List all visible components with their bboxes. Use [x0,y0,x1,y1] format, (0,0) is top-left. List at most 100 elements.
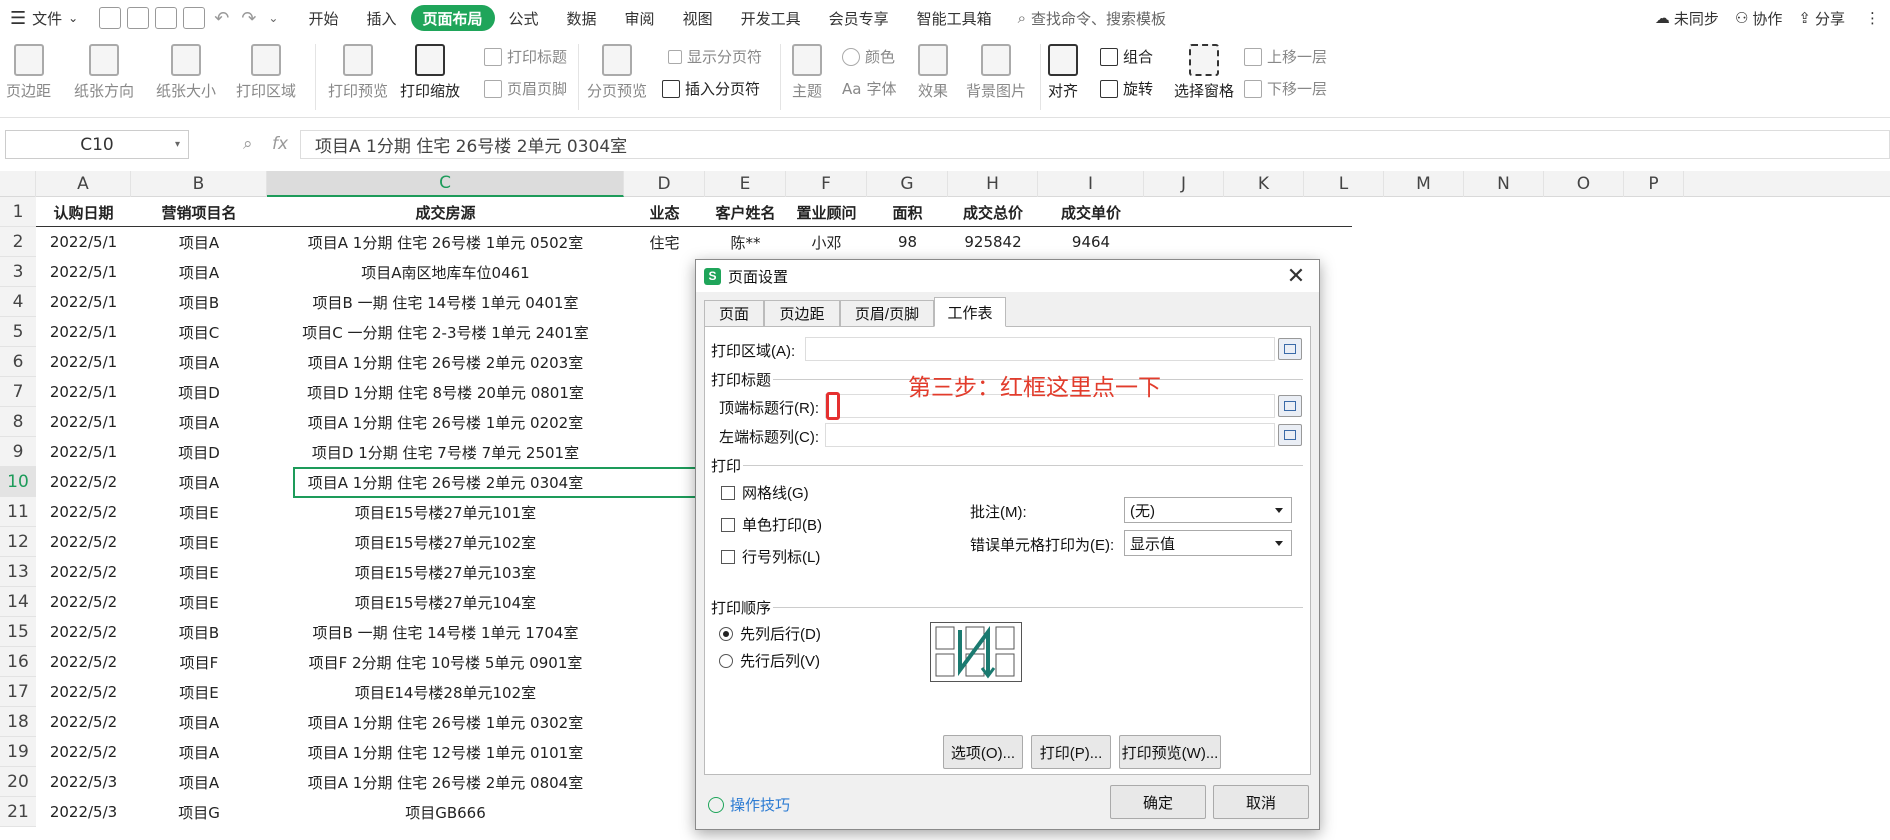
tab-review[interactable]: 审阅 [611,8,669,29]
tab-formulas[interactable]: 公式 [495,8,553,29]
table-cell[interactable]: 2022/5/3 [36,767,131,797]
close-icon[interactable]: ✕ [1283,263,1309,289]
table-cell[interactable]: 项目G [131,797,267,827]
row-header[interactable]: 12 [0,527,36,557]
tab-margins[interactable]: 页边距 [764,300,840,326]
row-header[interactable]: 4 [0,287,36,317]
options-button[interactable]: 选项(O)... [943,735,1023,769]
table-cell[interactable]: 2022/5/1 [36,407,131,437]
row-header[interactable]: 1 [0,197,36,227]
table-cell[interactable]: 项目B 一期 住宅 14号楼 1单元 0401室 [267,287,624,317]
save-icon[interactable] [99,7,122,29]
background-image-button[interactable]: 背景图片 [966,44,1026,101]
align-button[interactable]: 对齐 [1048,44,1078,101]
row-header[interactable]: 13 [0,557,36,587]
down-then-over-radio[interactable]: 先列后行(D) [719,623,821,644]
table-cell[interactable]: 小邓 [786,227,867,257]
row-header[interactable]: 2 [0,227,36,257]
share-button[interactable]: 分享 [1815,8,1845,29]
collaborate-button[interactable]: 协作 [1752,8,1782,29]
table-cell[interactable]: 项目A 1分期 住宅 26号楼 2单元 0203室 [267,347,624,377]
row-header[interactable]: 15 [0,617,36,647]
table-cell[interactable]: 项目E [131,587,267,617]
row-header[interactable]: 6 [0,347,36,377]
table-cell[interactable]: 项目A 1分期 住宅 26号楼 1单元 0302室 [267,707,624,737]
table-cell[interactable]: 2022/5/1 [36,287,131,317]
sync-status[interactable]: 未同步 [1674,8,1719,29]
column-title[interactable]: 业态 [624,197,705,227]
page-break-preview-button[interactable]: 分页预览 [587,44,647,101]
table-cell[interactable]: 项目E15号楼27单元102室 [267,527,624,557]
table-cell[interactable]: 项目F 2分期 住宅 10号楼 5单元 0901室 [267,647,624,677]
print-scale-button[interactable]: 打印缩放 [400,44,460,101]
theme-button[interactable]: 主题 [792,44,822,101]
table-cell[interactable]: 项目E [131,677,267,707]
column-title[interactable]: 置业顾问 [786,197,867,227]
table-cell[interactable]: 项目B [131,617,267,647]
header-footer-button[interactable]: 页眉页脚 [484,78,567,99]
table-cell[interactable]: 住宅 [624,227,705,257]
margins-button[interactable]: 页边距 [6,44,51,101]
tab-developer[interactable]: 开发工具 [727,8,815,29]
row-header[interactable]: 19 [0,737,36,767]
column-header-k[interactable]: K [1224,171,1304,197]
effect-button[interactable]: 效果 [918,44,948,101]
tab-sheet[interactable]: 工作表 [934,297,1006,327]
table-cell[interactable]: 项目D [131,377,267,407]
row-header[interactable]: 7 [0,377,36,407]
table-cell[interactable]: 2022/5/1 [36,437,131,467]
color-button[interactable]: 颜色 [842,46,895,67]
table-cell[interactable]: 项目B 一期 住宅 14号楼 1单元 1704室 [267,617,624,647]
tab-insert[interactable]: 插入 [352,8,410,29]
print-button[interactable]: 打印(P)... [1031,735,1111,769]
tab-home[interactable]: 开始 [294,8,352,29]
tab-page-layout[interactable]: 页面布局 [410,5,495,31]
column-header-g[interactable]: G [867,171,948,197]
more-icon[interactable]: ⋮ [1865,9,1880,27]
tab-view[interactable]: 视图 [669,8,727,29]
column-header-j[interactable]: J [1144,171,1224,197]
cell-errors-select[interactable]: 显示值 [1124,530,1292,556]
table-cell[interactable]: 项目A [131,737,267,767]
row-header[interactable]: 10 [0,467,36,497]
table-cell[interactable]: 项目A 1分期 住宅 26号楼 1单元 0202室 [267,407,624,437]
column-header-p[interactable]: P [1624,171,1684,197]
row-header[interactable]: 20 [0,767,36,797]
row-header[interactable]: 16 [0,647,36,677]
table-cell[interactable]: 项目A [131,347,267,377]
table-cell[interactable]: 9464 [1038,227,1144,257]
column-title[interactable]: 成交单价 [1038,197,1144,227]
tips-link[interactable]: 操作技巧 [708,794,790,815]
column-title[interactable]: 客户姓名 [705,197,786,227]
tab-page[interactable]: 页面 [704,300,764,326]
print-area-button[interactable]: 打印区域 [236,44,296,101]
column-header-a[interactable]: A [36,171,131,197]
fx-icon[interactable]: fx [272,134,288,154]
send-backward-button[interactable]: 下移一层 [1244,78,1327,99]
table-cell[interactable]: 项目A [131,257,267,287]
table-cell[interactable]: 项目E15号楼27单元101室 [267,497,624,527]
table-cell[interactable]: 项目C [131,317,267,347]
table-cell[interactable]: 925842 [948,227,1038,257]
table-cell[interactable]: 项目A [131,227,267,257]
tab-smart-toolbox[interactable]: 智能工具箱 [903,8,1006,29]
print-titles-button[interactable]: 打印标题 [484,46,567,67]
cancel-button[interactable]: 取消 [1213,785,1309,819]
table-cell[interactable]: 2022/5/1 [36,377,131,407]
gridlines-checkbox[interactable]: 网格线(G) [721,482,809,503]
column-header-o[interactable]: O [1544,171,1624,197]
over-then-down-radio[interactable]: 先行后列(V) [719,650,820,671]
table-cell[interactable]: 2022/5/1 [36,227,131,257]
tab-member[interactable]: 会员专享 [815,8,903,29]
redo-icon[interactable]: ↷ [241,8,256,29]
table-cell[interactable]: 2022/5/2 [36,467,131,497]
selection-pane-button[interactable]: 选择窗格 [1174,44,1234,101]
row-header[interactable]: 18 [0,707,36,737]
table-cell[interactable]: 项目E [131,557,267,587]
row-header[interactable]: 21 [0,797,36,827]
table-cell[interactable]: 2022/5/1 [36,257,131,287]
column-header-b[interactable]: B [131,171,267,197]
column-header-e[interactable]: E [705,171,786,197]
group-button[interactable]: 组合 [1100,46,1153,67]
undo-icon[interactable]: ↶ [214,8,229,29]
